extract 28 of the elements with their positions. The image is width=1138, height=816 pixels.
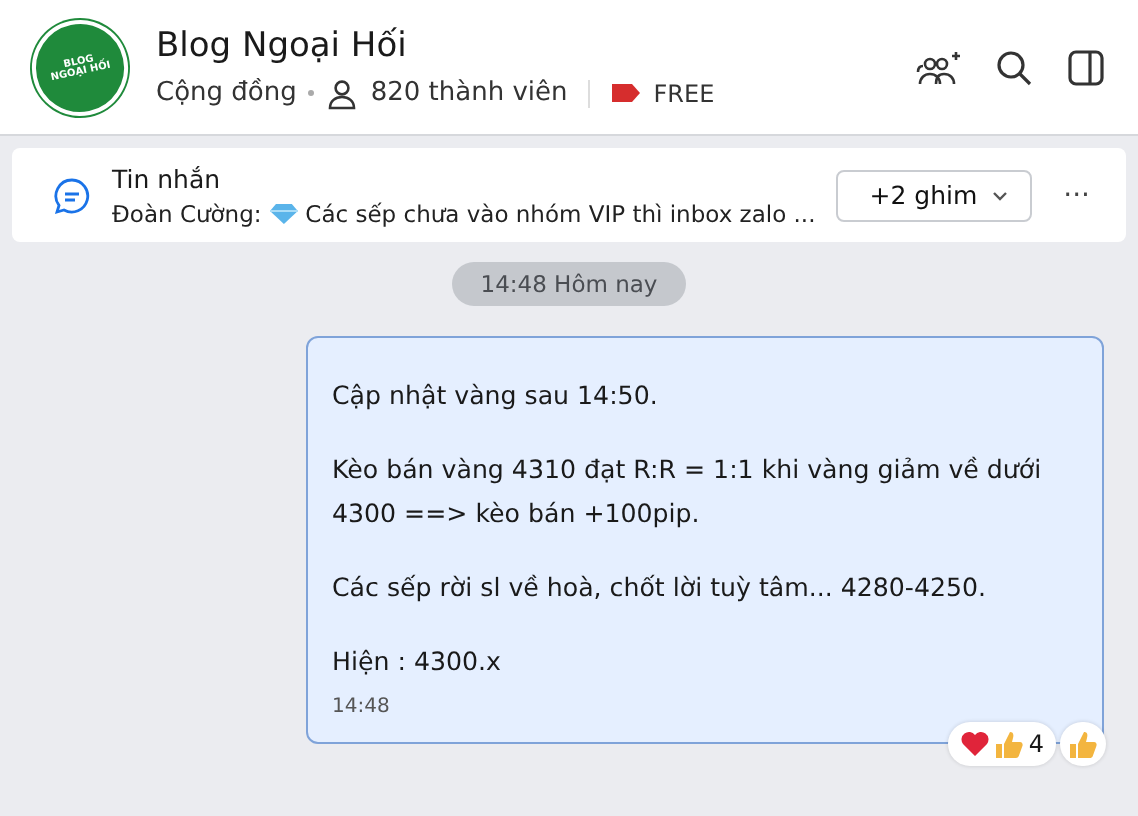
message-text: Cập nhật vàng sau 14:50. [332, 378, 660, 414]
reaction-count: 4 [1028, 730, 1044, 758]
chevron-down-icon [989, 187, 1010, 203]
thumbs-up-icon [994, 729, 1025, 759]
sender-name: Đoàn Cường: [112, 199, 262, 227]
diamond-icon [269, 201, 298, 225]
pinned-label: Tin nhắn [112, 163, 223, 193]
tag-icon [609, 82, 642, 104]
heart-icon [960, 730, 991, 758]
member-count: 820 thành viên [370, 78, 568, 108]
message-icon [52, 175, 92, 215]
pinned-preview: Các sếp chưa vào nhóm VIP thì inbox zalo ... [305, 199, 816, 227]
date-divider: 14:48 Hôm nay [452, 262, 686, 306]
pinned-count-button[interactable]: +2 ghim [835, 169, 1032, 221]
message-text: Kèo bán vàng 4310 đạt R:R = 1:1 khi vàng giảm về dưới 4300 ==> kèo bán +100pip. [332, 452, 1044, 532]
plan-label: FREE [653, 79, 715, 107]
search-icon[interactable] [994, 47, 1034, 87]
message-text: Các sếp rời sl về hoà, chốt lời tuỳ tâm... 4280-4250. [332, 570, 989, 606]
message-text: Hiện : 4300.x [332, 644, 503, 680]
group-type: Cộng đồng [156, 78, 297, 108]
thumbs-up-icon [1068, 729, 1098, 759]
pinned-message-card[interactable]: Tin nhắn Đoàn Cường: Các sếp chưa vào nhóm VIP thì inbox zalo ... +2 ghim ··· [12, 148, 1126, 242]
person-icon [326, 77, 359, 109]
group-title: Blog Ngoại Hối [156, 25, 409, 65]
message-time: 14:48 [332, 696, 390, 718]
more-menu-button[interactable]: ··· [1051, 179, 1102, 211]
reaction-summary[interactable]: 4 [948, 722, 1056, 766]
sidebar-toggle-icon[interactable] [1066, 47, 1106, 87]
